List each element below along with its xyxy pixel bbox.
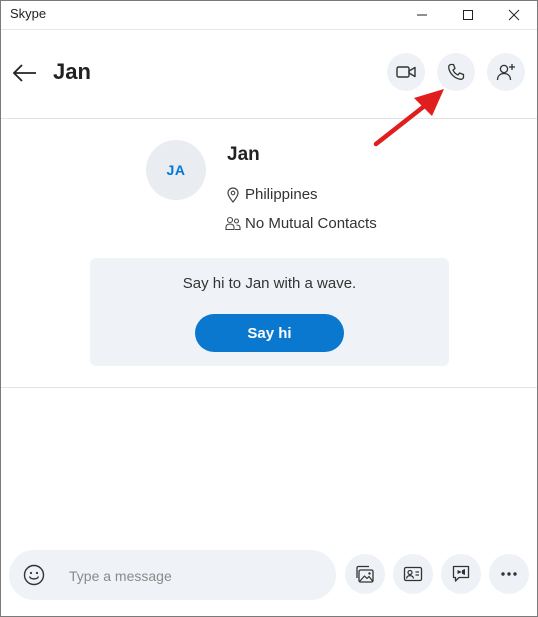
back-button[interactable]	[11, 60, 39, 86]
chat-header: Jan	[1, 30, 537, 119]
location-row: Philippines	[225, 186, 318, 203]
more-options-button[interactable]	[489, 554, 529, 594]
app-title: Skype	[10, 6, 47, 21]
close-icon	[508, 9, 520, 21]
mutual-contacts-text: No Mutual Contacts	[245, 215, 377, 232]
say-hi-button[interactable]: Say hi	[195, 314, 344, 352]
wave-card: Say hi to Jan with a wave. Say hi	[90, 258, 449, 366]
avatar[interactable]: JA	[146, 140, 206, 200]
wave-prompt: Say hi to Jan with a wave.	[182, 275, 357, 292]
add-person-button[interactable]	[487, 53, 525, 91]
smiley-icon	[23, 564, 45, 586]
message-input[interactable]	[69, 566, 309, 586]
phone-icon	[448, 63, 465, 80]
title-bar: Skype	[1, 1, 537, 30]
divider	[1, 387, 537, 388]
contact-title: Jan	[53, 59, 91, 84]
contact-card-icon	[403, 566, 423, 582]
video-camera-icon	[396, 66, 416, 78]
more-horizontal-icon	[501, 572, 517, 576]
video-message-button[interactable]	[441, 554, 481, 594]
audio-call-button[interactable]	[437, 53, 475, 91]
message-composer	[9, 550, 336, 600]
profile-name: Jan	[227, 144, 260, 165]
image-gallery-icon	[356, 565, 374, 583]
minimize-button[interactable]	[399, 1, 445, 29]
contacts-icon	[225, 216, 241, 232]
maximize-button[interactable]	[445, 1, 491, 29]
skype-window: Skype Jan JA Jan Philippines No Mutual C…	[0, 0, 538, 617]
mutual-contacts-row: No Mutual Contacts	[225, 215, 377, 232]
add-person-icon	[496, 64, 515, 81]
minimize-icon	[417, 14, 427, 16]
video-message-icon	[452, 565, 470, 582]
avatar-initials: JA	[166, 162, 186, 178]
emoji-button[interactable]	[23, 564, 45, 586]
location-pin-icon	[225, 186, 241, 203]
location-text: Philippines	[245, 186, 318, 203]
share-contact-button[interactable]	[393, 554, 433, 594]
gallery-button[interactable]	[345, 554, 385, 594]
close-button[interactable]	[491, 1, 537, 29]
video-call-button[interactable]	[387, 53, 425, 91]
maximize-icon	[463, 10, 473, 20]
arrow-left-icon	[12, 64, 36, 82]
